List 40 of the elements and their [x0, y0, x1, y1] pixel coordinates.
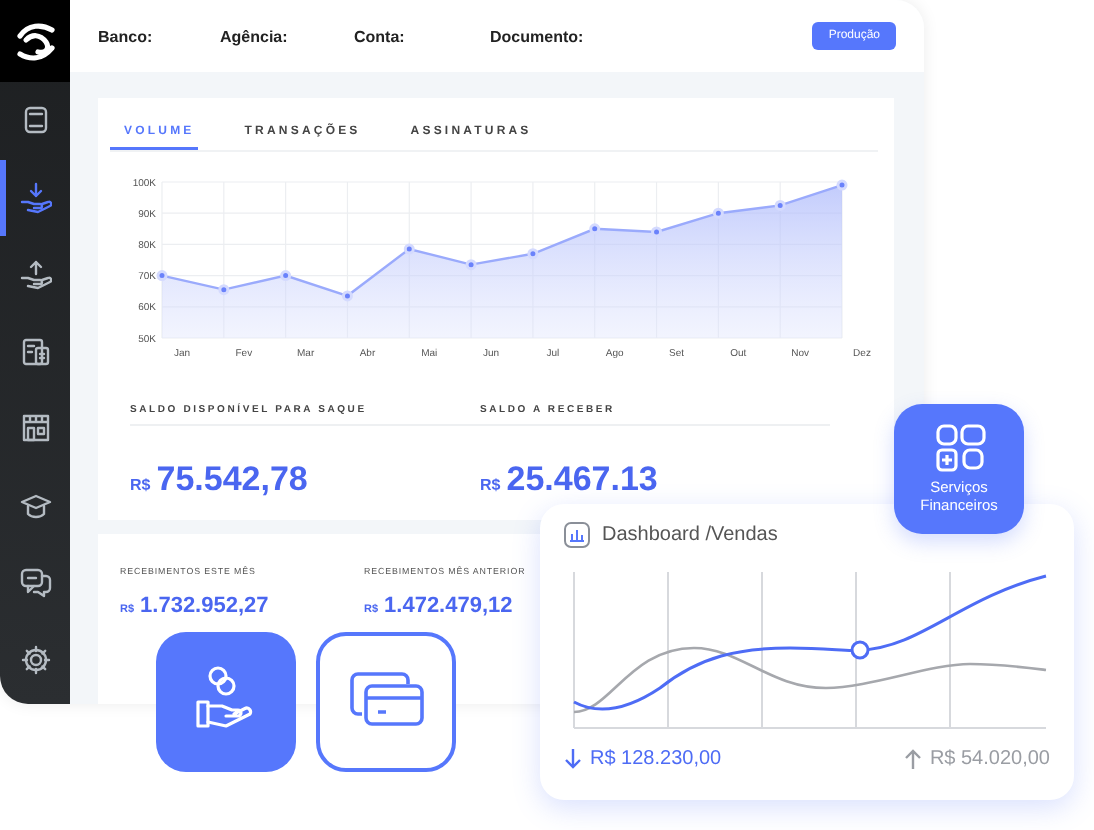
- data-point: [280, 270, 292, 282]
- field-label: Agência:: [220, 27, 290, 45]
- data-point: [651, 226, 663, 238]
- data-point: [156, 270, 168, 282]
- data-point: [403, 243, 415, 255]
- field-label: Conta:: [354, 27, 407, 45]
- currency-label: R$: [130, 476, 151, 494]
- graduation-cap-icon: [19, 489, 51, 522]
- chat-icon: [19, 566, 51, 599]
- data-point: [341, 290, 353, 302]
- hand-upload-icon: [19, 258, 51, 291]
- card-title: Dashboard /Vendas: [602, 524, 778, 546]
- bar-chart-icon: [564, 522, 590, 548]
- data-point: [850, 640, 870, 660]
- total-amount: R$ 128.230,00: [590, 748, 722, 770]
- data-point: [527, 248, 539, 260]
- coins-hand-button[interactable]: [156, 632, 296, 772]
- field-label: Banco:: [98, 27, 155, 45]
- receipt-amount: 1.472.479,12: [384, 594, 513, 618]
- receipt-amount: 1.732.952,27: [140, 594, 269, 618]
- currency-label: R$: [480, 476, 501, 494]
- calculator-icon: [19, 335, 51, 368]
- balance-amount: 25.467.13: [506, 460, 658, 500]
- data-point: [589, 223, 601, 235]
- cards-button[interactable]: [316, 632, 456, 772]
- hand-download-icon: [19, 181, 51, 214]
- field-label: Documento:: [490, 27, 584, 45]
- arrow-up-icon: [903, 748, 922, 770]
- grid-plus-icon: [933, 422, 985, 475]
- gear-icon: [19, 643, 51, 676]
- arrow-down-icon: [564, 748, 582, 770]
- data-point: [465, 259, 477, 271]
- data-point: [712, 207, 724, 219]
- store-icon: [19, 412, 51, 445]
- balance-amount: 75.542,78: [156, 460, 308, 500]
- data-point: [218, 284, 230, 296]
- tablet-icon: [19, 104, 51, 137]
- data-point: [774, 199, 786, 211]
- data-point: [836, 179, 848, 191]
- total-amount: R$ 54.020,00: [929, 748, 1050, 770]
